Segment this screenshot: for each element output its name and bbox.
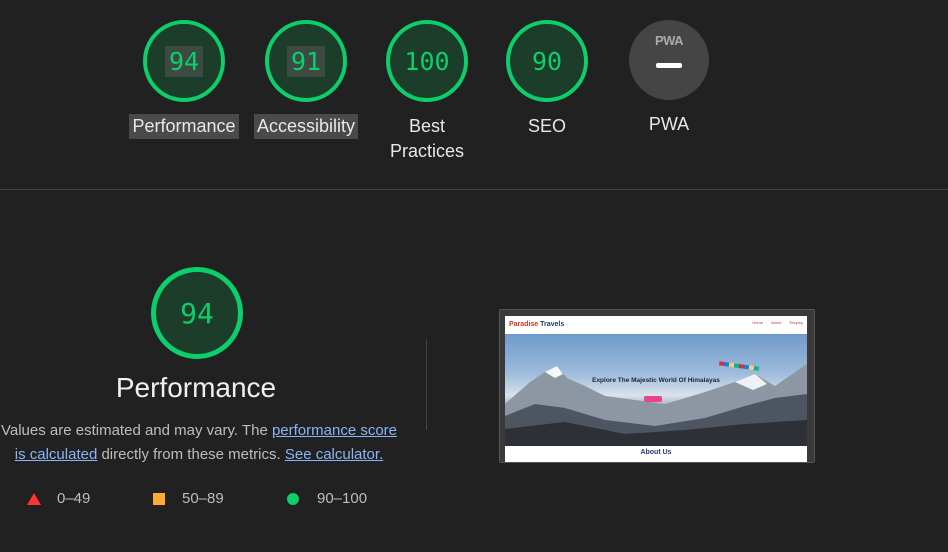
category-seo[interactable]: 90 SEO (487, 20, 607, 139)
category-label: PWA (648, 114, 690, 134)
category-best-practices[interactable]: 100 Best Practices (367, 20, 487, 164)
site-nav-home: Home (752, 320, 763, 325)
site-nav-about: About (770, 320, 782, 325)
vertical-divider (426, 340, 427, 430)
performance-score-gauge: 94 (151, 267, 243, 359)
desc-text-1: Values are estimated and may vary. The (0, 422, 272, 439)
legend-average-label: 50–89 (182, 490, 224, 507)
pwa-badge: PWA (629, 20, 709, 100)
legend-average: 50–89 (153, 490, 224, 507)
category-label: SEO (527, 116, 566, 136)
category-performance[interactable]: 94 Performance (124, 20, 244, 139)
category-accessibility[interactable]: 91 Accessibility (246, 20, 366, 139)
mountain-illustration (505, 364, 807, 446)
score-value: 90 (531, 46, 563, 76)
average-square-icon (153, 492, 165, 505)
score-gauge: 91 (265, 20, 347, 102)
section-divider (0, 189, 948, 190)
category-label: Best Practices (389, 116, 465, 161)
desc-text-2: directly from these metrics. (97, 446, 285, 463)
not-applicable-dash-icon (656, 63, 682, 68)
see-calculator-link[interactable]: See calculator. (285, 446, 383, 463)
score-value: 94 (164, 45, 204, 77)
pass-circle-icon (287, 492, 299, 505)
performance-score-value: 94 (180, 296, 214, 330)
site-about-heading: About Us (640, 449, 672, 456)
score-value: 100 (404, 46, 450, 76)
screenshot-page: Paradise Travels Home About Enquiry Expl… (505, 316, 807, 462)
site-hero-button (644, 396, 662, 402)
fail-triangle-icon (27, 492, 41, 505)
legend-pass: 90–100 (287, 490, 367, 507)
score-gauge: 94 (143, 20, 225, 102)
category-pwa[interactable]: PWA PWA (609, 20, 729, 137)
legend-fail-label: 0–49 (57, 490, 91, 507)
site-logo: Paradise Travels (509, 321, 565, 328)
score-value: 91 (286, 45, 326, 77)
score-gauge: 100 (386, 20, 468, 102)
site-hero-image: Explore The Majestic World Of Himalayas (505, 334, 807, 446)
site-navbar: Paradise Travels Home About Enquiry (505, 316, 807, 334)
performance-description: Values are estimated and may vary. The p… (0, 419, 404, 467)
pwa-logo-icon: PWA (654, 33, 684, 48)
site-hero-heading: Explore The Majestic World Of Himalayas (592, 377, 720, 384)
category-label: Accessibility (253, 114, 359, 139)
final-screenshot-thumbnail[interactable]: Paradise Travels Home About Enquiry Expl… (499, 309, 815, 463)
site-nav-links: Home About Enquiry (752, 320, 803, 325)
performance-title: Performance (115, 372, 277, 403)
legend-fail: 0–49 (27, 490, 90, 507)
score-gauge: 90 (506, 20, 588, 102)
legend-pass-label: 90–100 (317, 490, 368, 507)
site-nav-enquiry: Enquiry (789, 320, 803, 325)
category-label: Performance (129, 114, 239, 139)
